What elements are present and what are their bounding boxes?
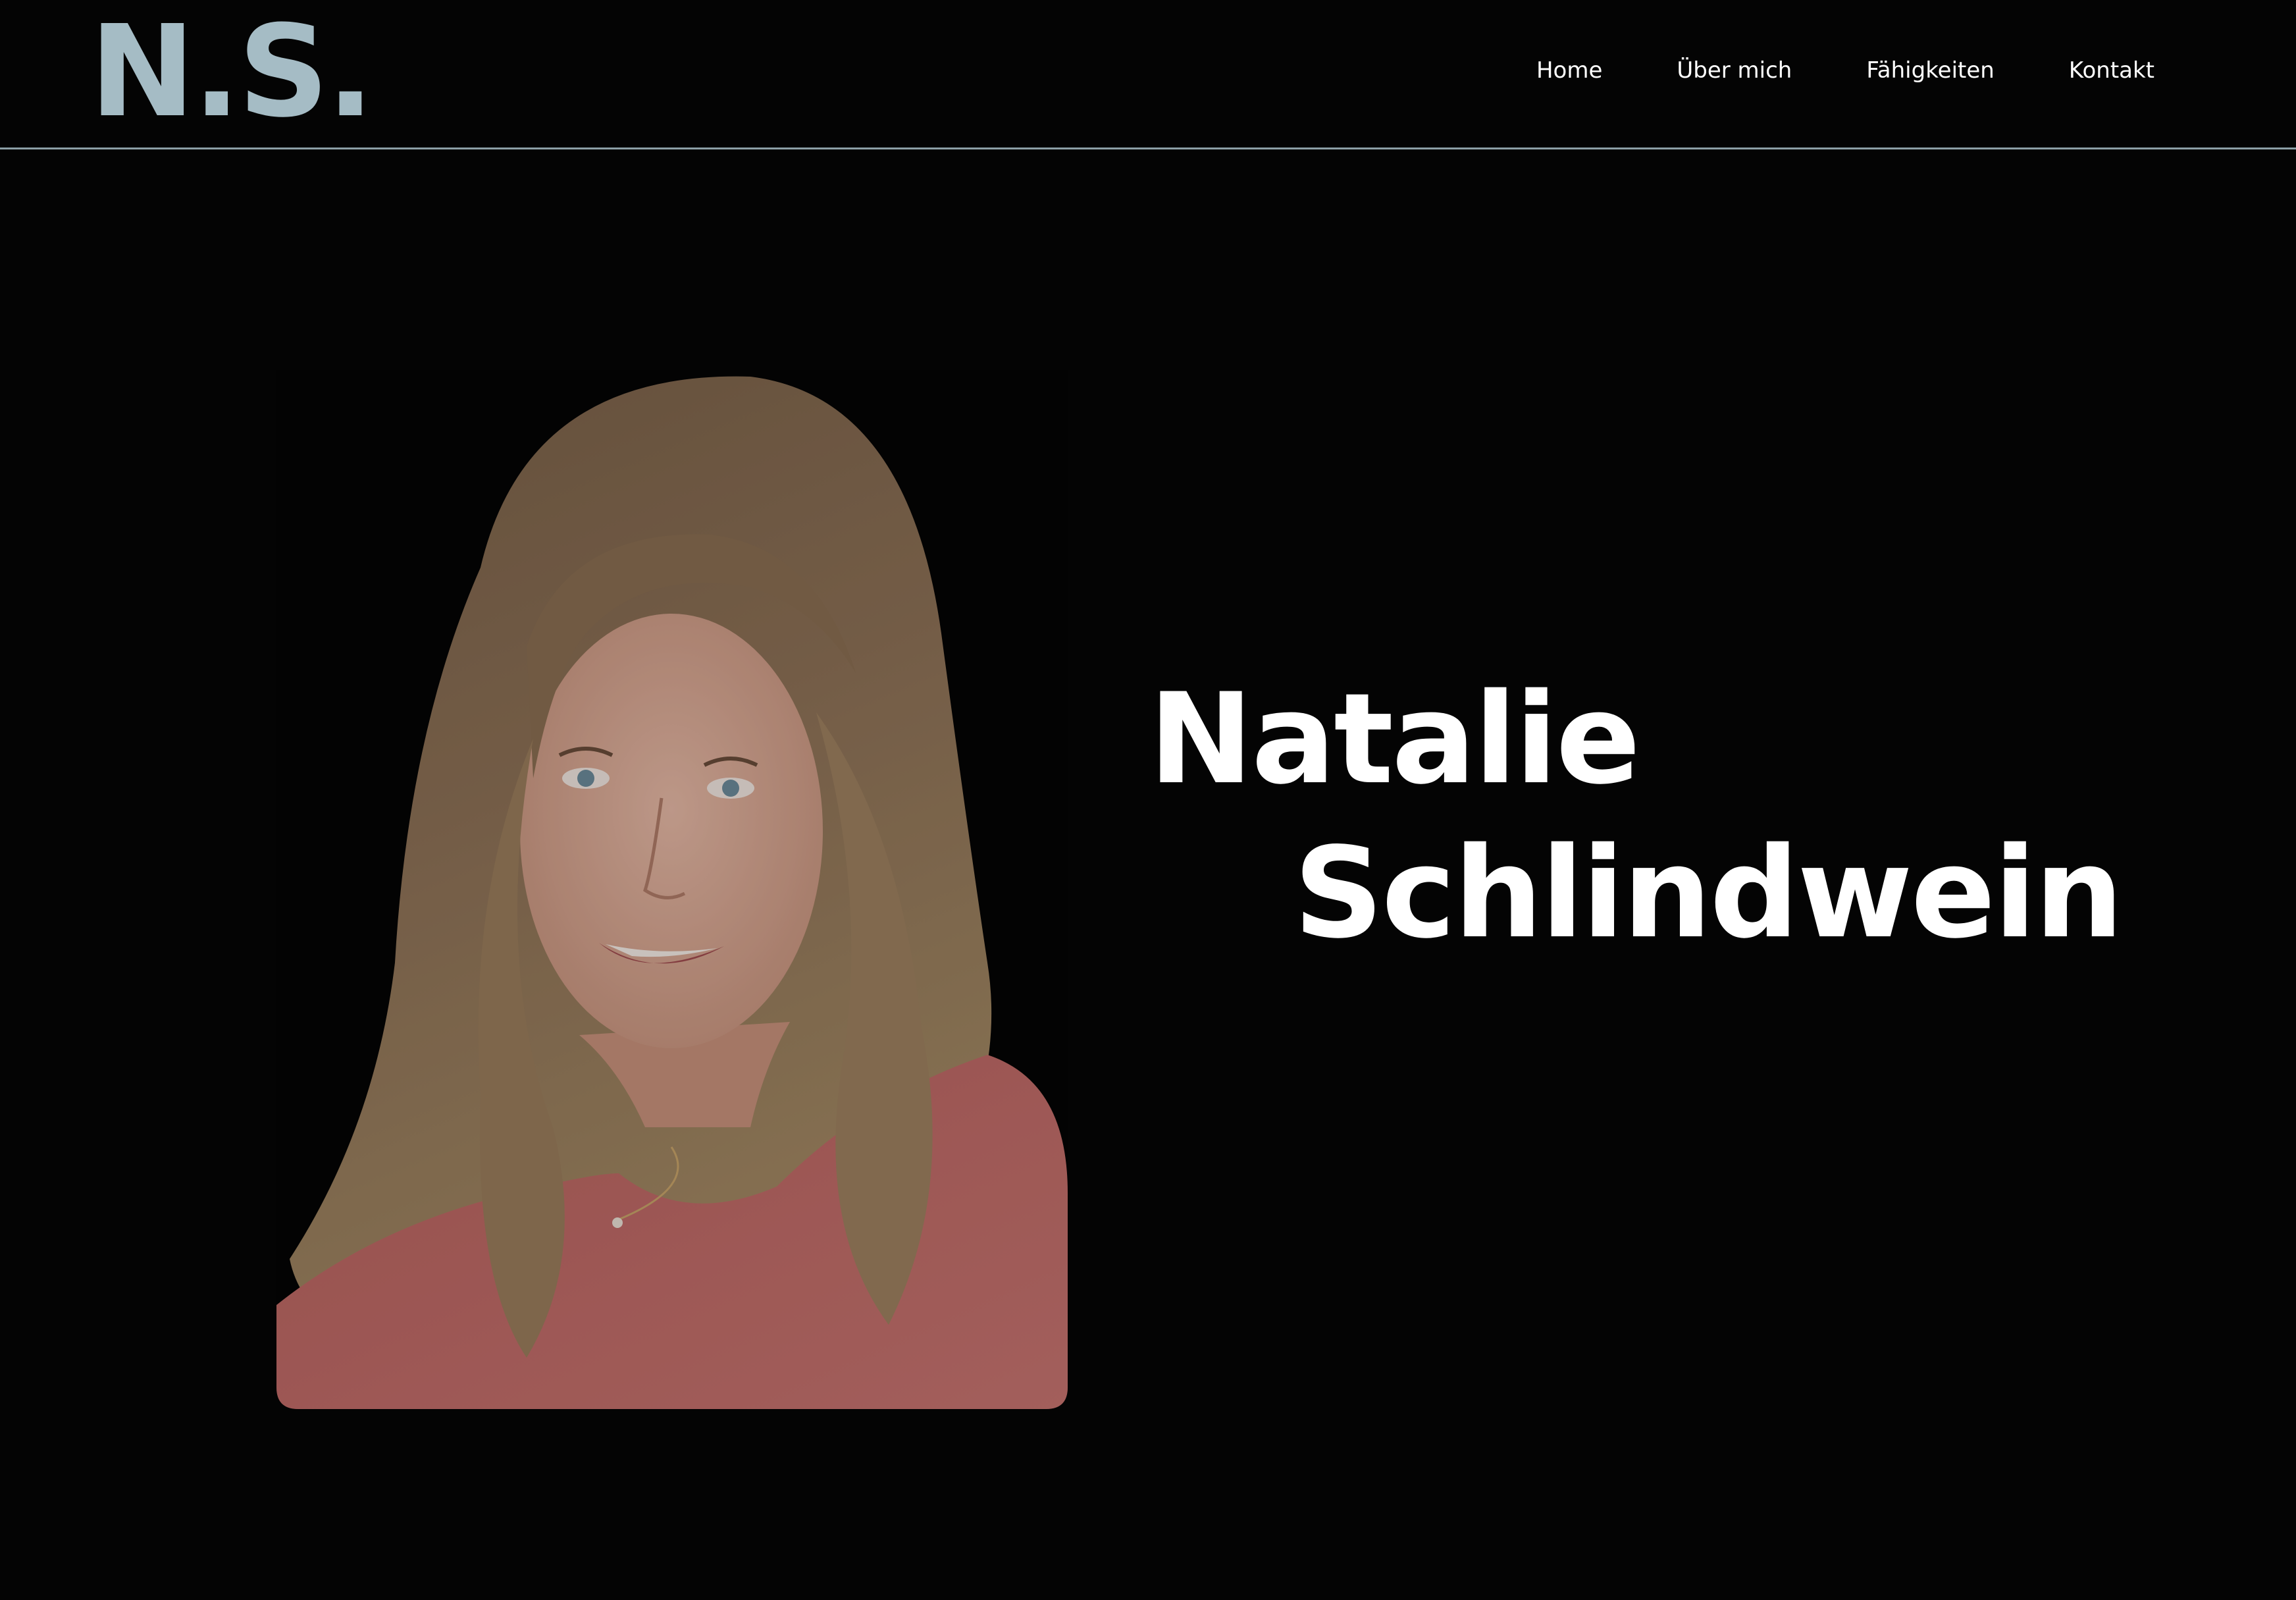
site-logo[interactable]: N.S. xyxy=(90,7,375,138)
hero-last-name: Schlindwein xyxy=(1293,820,2124,966)
main-nav: Home Über mich Fähigkeiten Kontakt xyxy=(1536,54,2154,87)
nav-link-about[interactable]: Über mich xyxy=(1677,54,1792,87)
nav-link-home[interactable]: Home xyxy=(1536,54,1602,87)
site-header: N.S. Home Über mich Fähigkeiten Kontakt xyxy=(0,0,2296,149)
hero-first-name: Natalie xyxy=(1149,666,1640,812)
portrait-photo xyxy=(276,370,1068,1409)
nav-link-skills[interactable]: Fähigkeiten xyxy=(1866,54,1995,87)
nav-link-contact[interactable]: Kontakt xyxy=(2069,54,2154,87)
